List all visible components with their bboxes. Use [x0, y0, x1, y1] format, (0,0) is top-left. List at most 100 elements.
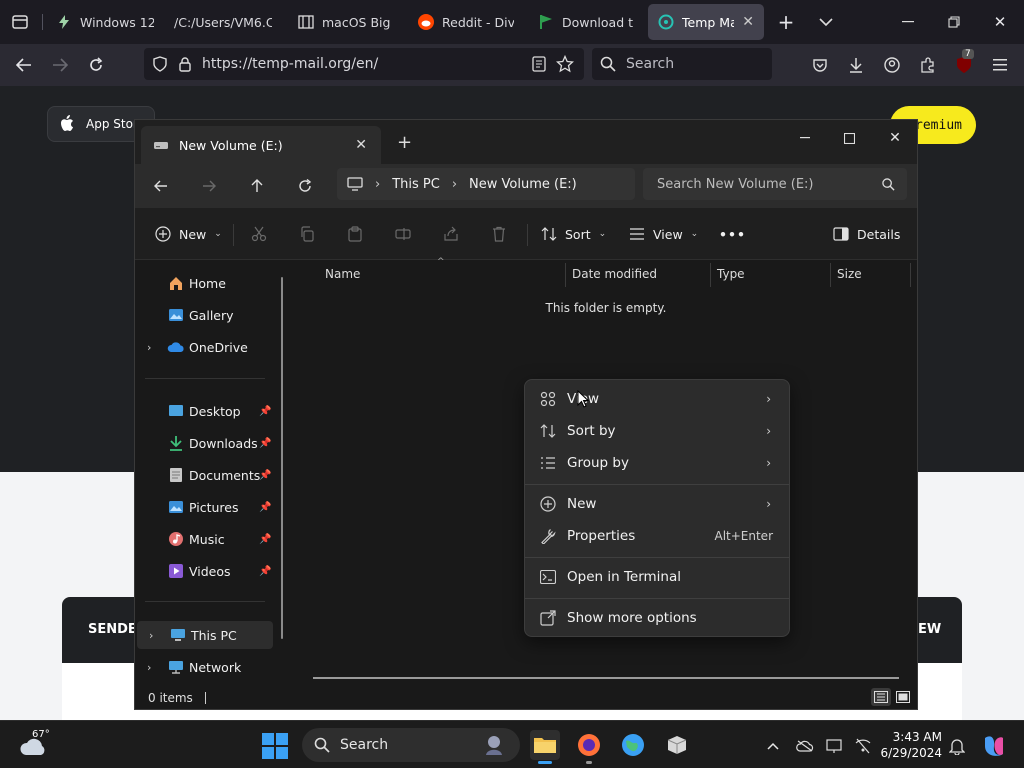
new-button[interactable]: New ⌄ — [155, 222, 222, 246]
context-menu-properties[interactable]: Properties Alt+Enter — [529, 521, 785, 551]
horizontal-scrollbar[interactable] — [313, 677, 899, 679]
sidebar-item-documents[interactable]: Documents 📌 — [135, 461, 273, 489]
browser-tab-macos[interactable]: macOS Big Su — [288, 4, 404, 40]
paste-icon[interactable] — [345, 224, 365, 244]
sidebar-scrollbar[interactable] — [281, 277, 283, 639]
back-button[interactable] — [12, 53, 36, 77]
shield-icon[interactable] — [152, 56, 168, 72]
column-separator[interactable] — [710, 263, 711, 287]
explorer-tab[interactable]: New Volume (E:) ✕ — [141, 126, 381, 164]
column-separator[interactable] — [565, 263, 566, 287]
downloads-button[interactable] — [844, 53, 868, 77]
sidebar-item-downloads[interactable]: Downloads 📌 — [135, 429, 273, 457]
close-tab-icon[interactable]: ✕ — [742, 14, 754, 30]
sidebar-item-network[interactable]: › Network — [135, 653, 273, 681]
url-bar[interactable]: https://temp-mail.org/en/ — [144, 48, 584, 80]
browser-search-input[interactable]: Search — [592, 48, 772, 80]
context-menu-sort-by[interactable]: Sort by › — [529, 416, 785, 446]
context-menu-show-more-options[interactable]: Show more options — [529, 603, 785, 633]
share-icon[interactable] — [441, 224, 461, 244]
pin-icon[interactable]: 📌 — [259, 406, 271, 417]
pin-icon[interactable]: 📌 — [259, 438, 271, 449]
taskbar-app-file-explorer[interactable] — [530, 730, 560, 764]
chevron-right-icon[interactable]: › — [147, 661, 151, 674]
context-menu-new[interactable]: New › — [529, 489, 785, 519]
pin-icon[interactable]: 📌 — [259, 534, 271, 545]
restore-browser-button[interactable] — [942, 10, 966, 34]
up-button[interactable] — [243, 174, 271, 198]
close-window-button[interactable]: ✕ — [875, 126, 915, 150]
explorer-search-input[interactable]: Search New Volume (E:) — [643, 168, 907, 200]
sidebar-item-videos[interactable]: Videos 📌 — [135, 557, 273, 585]
minimize-browser-button[interactable] — [896, 10, 920, 34]
tab-overview-button[interactable] — [8, 10, 32, 34]
maximize-button[interactable] — [829, 126, 869, 150]
onedrive-tray-icon[interactable] — [794, 735, 816, 757]
start-button[interactable] — [262, 733, 288, 759]
close-browser-button[interactable]: ✕ — [988, 10, 1012, 34]
browser-tab-file[interactable]: /C:/Users/VM6.CC — [164, 4, 282, 40]
view-button[interactable]: View ⌄ — [629, 222, 698, 246]
sort-button[interactable]: Sort ⌄ — [541, 222, 606, 246]
tiles-view-button[interactable] — [893, 688, 913, 706]
sidebar-item-home[interactable]: Home — [135, 269, 273, 297]
show-hidden-icons-button[interactable] — [762, 735, 784, 757]
sidebar-item-pictures[interactable]: Pictures 📌 — [135, 493, 273, 521]
cut-icon[interactable] — [249, 224, 269, 244]
sidebar-item-gallery[interactable]: Gallery — [135, 301, 273, 329]
taskbar-app-installer[interactable] — [662, 730, 692, 760]
taskbar-app-globe[interactable] — [618, 730, 648, 760]
column-header-type[interactable]: Type — [717, 261, 829, 287]
copilot-button[interactable] — [980, 735, 1008, 757]
weather-widget[interactable]: 67° — [18, 729, 58, 761]
forward-button[interactable] — [48, 53, 72, 77]
forward-button[interactable] — [195, 174, 223, 198]
chevron-right-icon[interactable]: › — [147, 341, 151, 354]
context-menu-group-by[interactable]: Group by › — [529, 448, 785, 478]
column-separator[interactable] — [830, 263, 831, 287]
copy-icon[interactable] — [297, 224, 317, 244]
browser-tab-reddit[interactable]: Reddit - Dive i — [408, 4, 524, 40]
pin-icon[interactable]: 📌 — [259, 502, 271, 513]
column-header-date-modified[interactable]: Date modified — [572, 261, 710, 287]
bookmark-star-icon[interactable] — [556, 55, 574, 73]
new-tab-icon[interactable]: + — [397, 132, 412, 153]
more-options-button[interactable]: ••• — [719, 222, 746, 246]
context-menu-open-in-terminal[interactable]: Open in Terminal — [529, 562, 785, 592]
column-header-name[interactable]: Name — [325, 261, 565, 287]
notifications-button[interactable] — [946, 735, 968, 757]
taskbar-app-firefox[interactable] — [574, 730, 604, 764]
reload-button[interactable] — [84, 53, 108, 77]
browser-tab-windows12[interactable]: Windows 12 C — [46, 4, 164, 40]
extensions-button[interactable] — [916, 53, 940, 77]
details-pane-button[interactable]: Details — [833, 222, 900, 246]
clock[interactable]: 3:43 AM 6/29/2024 — [880, 729, 942, 761]
ublock-button[interactable]: 7 — [952, 49, 976, 77]
taskbar-search[interactable]: Search — [302, 728, 520, 762]
network-tray-icon[interactable] — [852, 735, 874, 757]
close-tab-icon[interactable]: ✕ — [355, 137, 367, 153]
column-header-size[interactable]: Size — [837, 261, 909, 287]
address-bar[interactable]: › This PC › New Volume (E:) — [337, 168, 635, 200]
breadcrumb-this-pc[interactable]: This PC — [392, 177, 440, 192]
reader-view-icon[interactable] — [532, 56, 546, 72]
rename-icon[interactable] — [393, 224, 413, 244]
browser-tab-tempmail[interactable]: Temp Mail ✕ — [648, 4, 764, 40]
sidebar-item-onedrive[interactable]: › OneDrive — [135, 333, 273, 361]
account-button[interactable] — [880, 53, 904, 77]
pin-icon[interactable]: 📌 — [259, 470, 271, 481]
breadcrumb-new-volume[interactable]: New Volume (E:) — [469, 177, 577, 192]
app-menu-button[interactable] — [988, 53, 1012, 77]
column-separator[interactable] — [910, 263, 911, 287]
context-menu-view[interactable]: View › — [529, 384, 785, 414]
sidebar-item-music[interactable]: Music 📌 — [135, 525, 273, 553]
refresh-button[interactable] — [291, 174, 319, 198]
chevron-right-icon[interactable]: › — [149, 629, 153, 642]
pin-icon[interactable]: 📌 — [259, 566, 271, 577]
sidebar-item-desktop[interactable]: Desktop 📌 — [135, 397, 273, 425]
sidebar-item-this-pc[interactable]: › This PC — [137, 621, 273, 649]
lock-icon[interactable] — [178, 56, 192, 72]
display-tray-icon[interactable] — [824, 735, 846, 757]
back-button[interactable] — [147, 174, 175, 198]
browser-tab-download[interactable]: Download the — [528, 4, 644, 40]
